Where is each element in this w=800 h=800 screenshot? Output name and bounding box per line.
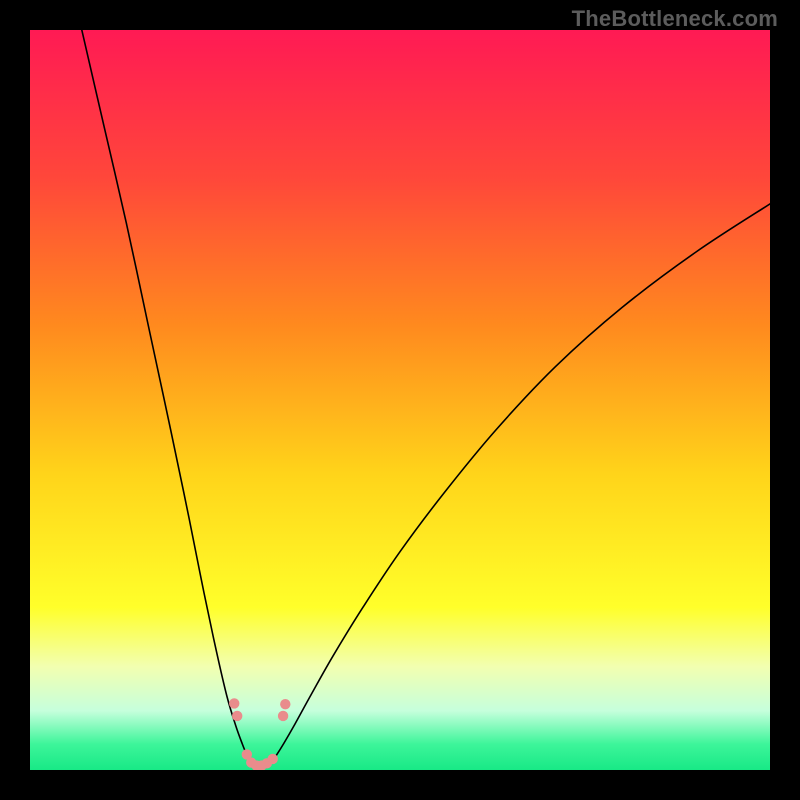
data-marker bbox=[229, 698, 239, 708]
data-marker bbox=[280, 699, 290, 709]
gradient-background bbox=[30, 30, 770, 770]
data-marker bbox=[232, 711, 242, 721]
chart-svg bbox=[30, 30, 770, 770]
data-marker bbox=[278, 711, 288, 721]
data-marker bbox=[268, 754, 278, 764]
chart-frame bbox=[30, 30, 770, 770]
watermark-text: TheBottleneck.com bbox=[572, 6, 778, 32]
